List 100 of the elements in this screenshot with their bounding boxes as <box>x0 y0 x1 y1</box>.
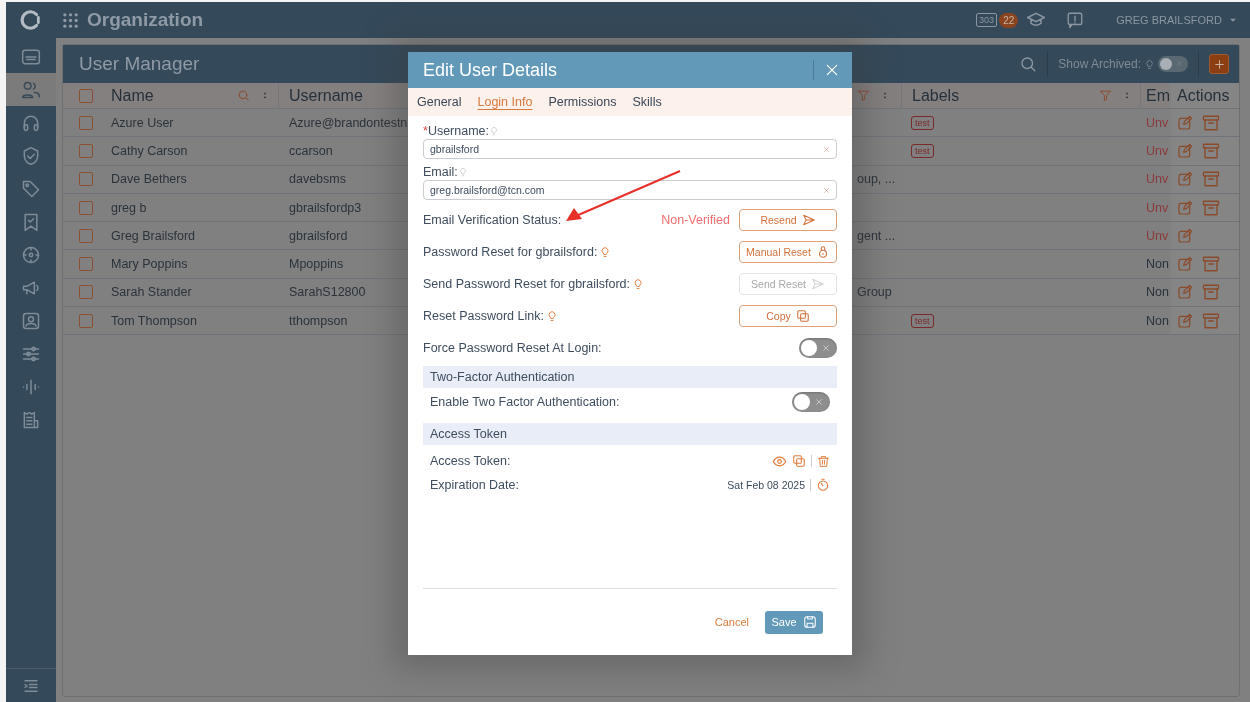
table-cell: Unv <box>1146 228 1169 243</box>
column-header[interactable]: Labels <box>912 86 960 105</box>
off-x-icon <box>1176 60 1183 67</box>
table-cell: Tom Thompson <box>111 313 197 328</box>
section-header: Two-Factor Authentication <box>423 366 837 388</box>
sidebar-item[interactable] <box>6 73 56 106</box>
label-tag: test <box>911 313 934 328</box>
tab[interactable]: Skills <box>632 95 662 109</box>
close-icon <box>824 62 840 78</box>
alert-message-icon[interactable] <box>1066 11 1085 29</box>
add-button[interactable] <box>1209 54 1229 74</box>
table-cell: greg b <box>111 200 147 215</box>
column-header[interactable]: Username <box>289 86 363 105</box>
row-label: Access Token: <box>430 454 511 468</box>
row-checkbox[interactable] <box>79 228 93 243</box>
edit-icon[interactable] <box>1177 171 1193 188</box>
cancel-button[interactable]: Cancel <box>714 616 749 628</box>
archive-icon[interactable] <box>1202 311 1220 330</box>
clear-icon[interactable] <box>823 145 830 153</box>
table-cell: oup, ... <box>857 172 896 187</box>
toggle-label: Show Archived: <box>1058 57 1141 71</box>
save-button[interactable]: Save <box>765 610 823 634</box>
logo-icon[interactable] <box>20 9 42 31</box>
hint-bulb-icon <box>489 126 499 136</box>
search-icon[interactable] <box>1019 55 1038 73</box>
row-label: Password Reset for gbrailsford: <box>423 245 598 259</box>
required-mark: * <box>423 124 428 138</box>
message-count[interactable]: 303 <box>976 13 998 27</box>
column-header: Actions <box>1177 86 1230 105</box>
filter-icon[interactable] <box>1099 89 1112 102</box>
edit-icon[interactable] <box>1177 142 1193 159</box>
archive-icon[interactable] <box>1202 113 1220 132</box>
input-field[interactable]: gbrailsford <box>423 139 837 159</box>
archive-icon[interactable] <box>1202 141 1220 160</box>
row-label: Send Password Reset for gbrailsford: <box>423 277 631 291</box>
action-button[interactable]: Copy <box>739 305 837 327</box>
edit-icon[interactable] <box>1177 114 1193 131</box>
send-icon <box>810 277 825 291</box>
table-cell: Mary Poppins <box>111 257 188 272</box>
edit-icon[interactable] <box>1177 227 1193 244</box>
row-checkbox[interactable] <box>79 172 93 187</box>
row-checkbox[interactable] <box>79 257 93 272</box>
panel-title: User Manager <box>79 53 200 75</box>
archive-icon[interactable] <box>1202 170 1220 189</box>
search-icon[interactable] <box>237 89 250 102</box>
row-checkbox[interactable] <box>79 313 93 328</box>
tab[interactable]: Permissions <box>548 95 617 109</box>
table-cell: ccarson <box>289 143 333 158</box>
label-tag: test <box>911 143 934 158</box>
table-cell: Unv <box>1146 115 1169 130</box>
row-checkbox[interactable] <box>79 200 93 215</box>
filter-icon[interactable] <box>857 89 870 102</box>
expiration-date: Sat Feb 08 2025 <box>727 479 805 491</box>
contact-card-icon <box>21 310 41 331</box>
action-button[interactable]: Manual Reset <box>739 241 837 263</box>
hint-bulb-icon <box>457 167 468 177</box>
show-archived-toggle[interactable] <box>1158 56 1188 72</box>
row-label: Reset Password Link: <box>423 309 544 323</box>
toggle-switch[interactable] <box>792 391 830 412</box>
action-button[interactable]: Resend <box>739 209 837 231</box>
eye-icon[interactable] <box>772 453 787 469</box>
archive-icon[interactable] <box>1202 198 1220 217</box>
tab[interactable]: General <box>417 95 462 109</box>
archive-icon[interactable] <box>1202 283 1220 302</box>
tab[interactable]: Login Info <box>477 95 533 109</box>
table-cell: Non <box>1146 285 1169 300</box>
column-header[interactable]: Em <box>1146 86 1170 105</box>
header-checkbox[interactable] <box>79 88 93 103</box>
receipt-icon <box>21 409 41 430</box>
save-icon <box>802 615 817 629</box>
clear-icon[interactable] <box>823 186 830 194</box>
trash-icon[interactable] <box>817 454 830 468</box>
plus-icon <box>1212 57 1226 71</box>
copy-icon[interactable] <box>792 454 806 468</box>
toggle-switch[interactable] <box>799 338 837 358</box>
edit-icon[interactable] <box>1177 199 1193 216</box>
row-label: Expiration Date: <box>430 478 519 492</box>
table-cell: Cathy Carson <box>111 143 188 158</box>
bookmark-check-icon <box>21 211 41 232</box>
archive-icon[interactable] <box>1202 255 1220 274</box>
table-cell: Greg Brailsford <box>111 228 196 243</box>
column-header[interactable]: Name <box>111 86 154 105</box>
apps-grid-icon[interactable] <box>62 11 79 29</box>
input-field[interactable]: greg.brailsford@tcn.com <box>423 180 837 200</box>
edit-icon[interactable] <box>1177 284 1193 301</box>
table-cell: Dave Bethers <box>111 172 187 187</box>
timer-icon[interactable] <box>816 478 830 492</box>
close-button[interactable] <box>824 62 840 78</box>
row-checkbox[interactable] <box>79 285 93 300</box>
section-header: Access Token <box>423 423 837 445</box>
app-title: Organization <box>87 9 204 31</box>
table-cell: gbrailsfordp3 <box>289 200 362 215</box>
edit-icon[interactable] <box>1177 312 1193 329</box>
row-checkbox[interactable] <box>79 115 93 130</box>
edit-icon[interactable] <box>1177 256 1193 273</box>
field-label: Username: <box>427 124 489 138</box>
hint-bulb-icon <box>1144 58 1155 70</box>
user-menu[interactable]: GREG BRAILSFORD <box>1110 13 1244 27</box>
row-checkbox[interactable] <box>79 143 93 158</box>
shield-check-icon <box>21 145 41 166</box>
